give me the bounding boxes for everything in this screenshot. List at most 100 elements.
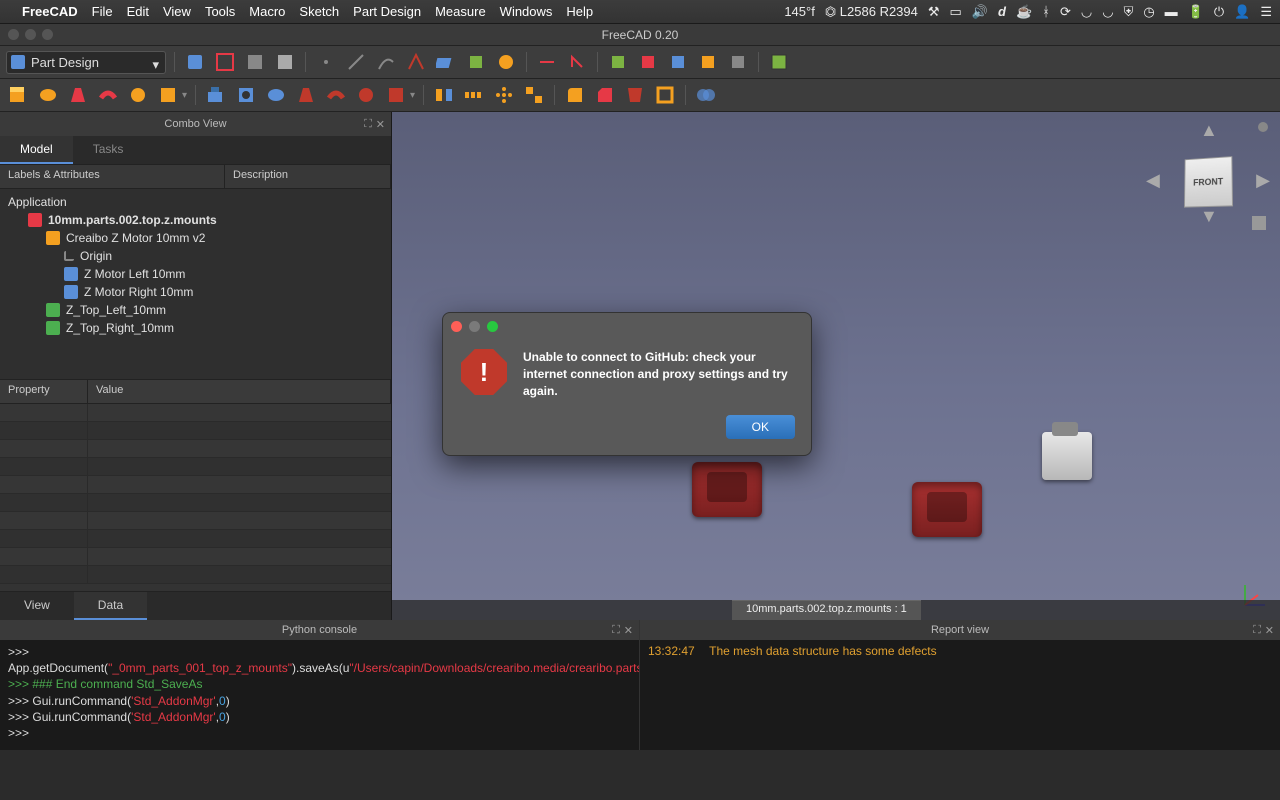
polar-pattern-icon[interactable]: [492, 83, 516, 107]
linear-pattern-icon[interactable]: [462, 83, 486, 107]
expand-icon[interactable]: ⛶: [612, 624, 620, 637]
subhelix-icon[interactable]: [354, 83, 378, 107]
tree-item-zmotorright[interactable]: Z Motor Right 10mm: [0, 283, 391, 301]
menu-tools[interactable]: Tools: [205, 4, 235, 19]
navcube-mini-icon[interactable]: [1252, 216, 1266, 230]
prop-row[interactable]: [0, 512, 391, 530]
draft-icon[interactable]: [623, 83, 647, 107]
mirror-icon[interactable]: [432, 83, 456, 107]
multi-transform-icon[interactable]: [522, 83, 546, 107]
dropdown-arrow-icon[interactable]: ▾: [182, 90, 187, 101]
menu-file[interactable]: File: [92, 4, 113, 19]
menu-measure[interactable]: Measure: [435, 4, 486, 19]
subpipe-icon[interactable]: [324, 83, 348, 107]
tree-root[interactable]: Application: [0, 193, 391, 211]
prop-row[interactable]: [0, 458, 391, 476]
maximize-icon[interactable]: [42, 29, 53, 40]
dialog-maximize-icon[interactable]: [487, 321, 498, 332]
prop-row[interactable]: [0, 404, 391, 422]
prop-row[interactable]: [0, 440, 391, 458]
mapsketch-icon[interactable]: [273, 50, 297, 74]
tree-item-ztopleft[interactable]: Z_Top_Left_10mm: [0, 301, 391, 319]
pad-icon[interactable]: [6, 83, 30, 107]
expand-icon[interactable]: ⛶: [364, 118, 372, 131]
close-panel-icon[interactable]: ✕: [1265, 624, 1274, 637]
tree-item-body[interactable]: Creaibo Z Motor 10mm v2: [0, 229, 391, 247]
flag-icon[interactable]: ▬: [1165, 4, 1178, 19]
menu-edit[interactable]: Edit: [127, 4, 149, 19]
tab-data[interactable]: Data: [74, 592, 147, 620]
prop-row[interactable]: [0, 476, 391, 494]
model-part-2[interactable]: [912, 482, 982, 537]
menu-help[interactable]: Help: [566, 4, 593, 19]
shield-icon[interactable]: ⛨: [1124, 4, 1134, 20]
tree-item-zmotorleft[interactable]: Z Motor Left 10mm: [0, 265, 391, 283]
navcube-up-icon[interactable]: ▲: [1200, 120, 1218, 141]
groove-icon[interactable]: [264, 83, 288, 107]
prop-row[interactable]: [0, 548, 391, 566]
bluetooth-icon[interactable]: ᚼ: [1042, 4, 1050, 19]
helix-icon[interactable]: [126, 83, 150, 107]
close-panel-icon[interactable]: ✕: [376, 118, 385, 131]
boolean-icon[interactable]: [694, 83, 718, 107]
toggledelta-icon[interactable]: [726, 50, 750, 74]
prop-row[interactable]: [0, 566, 391, 584]
arc-icon[interactable]: [374, 50, 398, 74]
close-panel-icon[interactable]: ✕: [624, 624, 633, 637]
prop-row[interactable]: [0, 422, 391, 440]
model-motor[interactable]: [1042, 432, 1092, 480]
fillet-icon[interactable]: [563, 83, 587, 107]
tree-item-origin[interactable]: Origin: [0, 247, 391, 265]
battery-icon[interactable]: 🔋: [1188, 4, 1204, 20]
d-icon[interactable]: d: [998, 4, 1006, 19]
subloft-icon[interactable]: [294, 83, 318, 107]
tree-header-labels[interactable]: Labels & Attributes: [0, 165, 225, 188]
pipe-icon[interactable]: [96, 83, 120, 107]
status-code[interactable]: ⏣ L2586 R2394: [825, 4, 918, 20]
sync-icon[interactable]: ⟳: [1060, 4, 1071, 20]
additive-box-icon[interactable]: [156, 83, 180, 107]
measure-linear-icon[interactable]: [535, 50, 559, 74]
menu-windows[interactable]: Windows: [500, 4, 553, 19]
loft-icon[interactable]: [66, 83, 90, 107]
expand-icon[interactable]: ⛶: [1253, 624, 1261, 637]
clone-icon[interactable]: [494, 50, 518, 74]
ok-button[interactable]: OK: [726, 415, 795, 439]
clock-icon[interactable]: ◷: [1143, 4, 1154, 20]
revolution-icon[interactable]: [36, 83, 60, 107]
tree-document[interactable]: 10mm.parts.002.top.z.mounts: [0, 211, 391, 229]
app-name[interactable]: FreeCAD: [22, 4, 78, 19]
wifi-icon[interactable]: ◡: [1081, 4, 1092, 20]
navcube-left-icon[interactable]: ◀: [1146, 170, 1160, 191]
datum-icon[interactable]: [404, 50, 428, 74]
coffee-icon[interactable]: ☕: [1016, 4, 1032, 20]
plane-icon[interactable]: [434, 50, 458, 74]
navcube-down-icon[interactable]: ▼: [1200, 206, 1218, 227]
thickness-icon[interactable]: [653, 83, 677, 107]
measure-angular-icon[interactable]: [565, 50, 589, 74]
document-tab[interactable]: 10mm.parts.002.top.z.mounts : 1: [732, 600, 921, 620]
prop-header-value[interactable]: Value: [88, 380, 391, 404]
toggleall-icon[interactable]: [696, 50, 720, 74]
volume-icon[interactable]: 🔊: [972, 4, 988, 20]
user-icon[interactable]: 👤: [1234, 4, 1250, 20]
display-icon[interactable]: ▭: [950, 4, 962, 20]
model-part-1[interactable]: [692, 462, 762, 517]
navcube-face[interactable]: FRONT: [1184, 156, 1233, 207]
workbench-selector[interactable]: Part Design ▾: [6, 51, 166, 74]
tab-model[interactable]: Model: [0, 136, 73, 164]
menu-macro[interactable]: Macro: [249, 4, 285, 19]
menu-icon[interactable]: ☰: [1260, 4, 1272, 20]
sketch-icon[interactable]: [213, 50, 237, 74]
prop-header-property[interactable]: Property: [0, 380, 88, 404]
menu-view[interactable]: View: [163, 4, 191, 19]
chamfer-icon[interactable]: [593, 83, 617, 107]
navcube-right-icon[interactable]: ▶: [1256, 170, 1270, 191]
navcube-dot-icon[interactable]: [1258, 122, 1268, 132]
line-icon[interactable]: [344, 50, 368, 74]
menu-sketch[interactable]: Sketch: [299, 4, 339, 19]
close-icon[interactable]: [8, 29, 19, 40]
shapebinder-icon[interactable]: [464, 50, 488, 74]
model-tree[interactable]: Application 10mm.parts.002.top.z.mounts …: [0, 189, 391, 379]
toggle-icon[interactable]: ⏻: [1214, 4, 1224, 20]
